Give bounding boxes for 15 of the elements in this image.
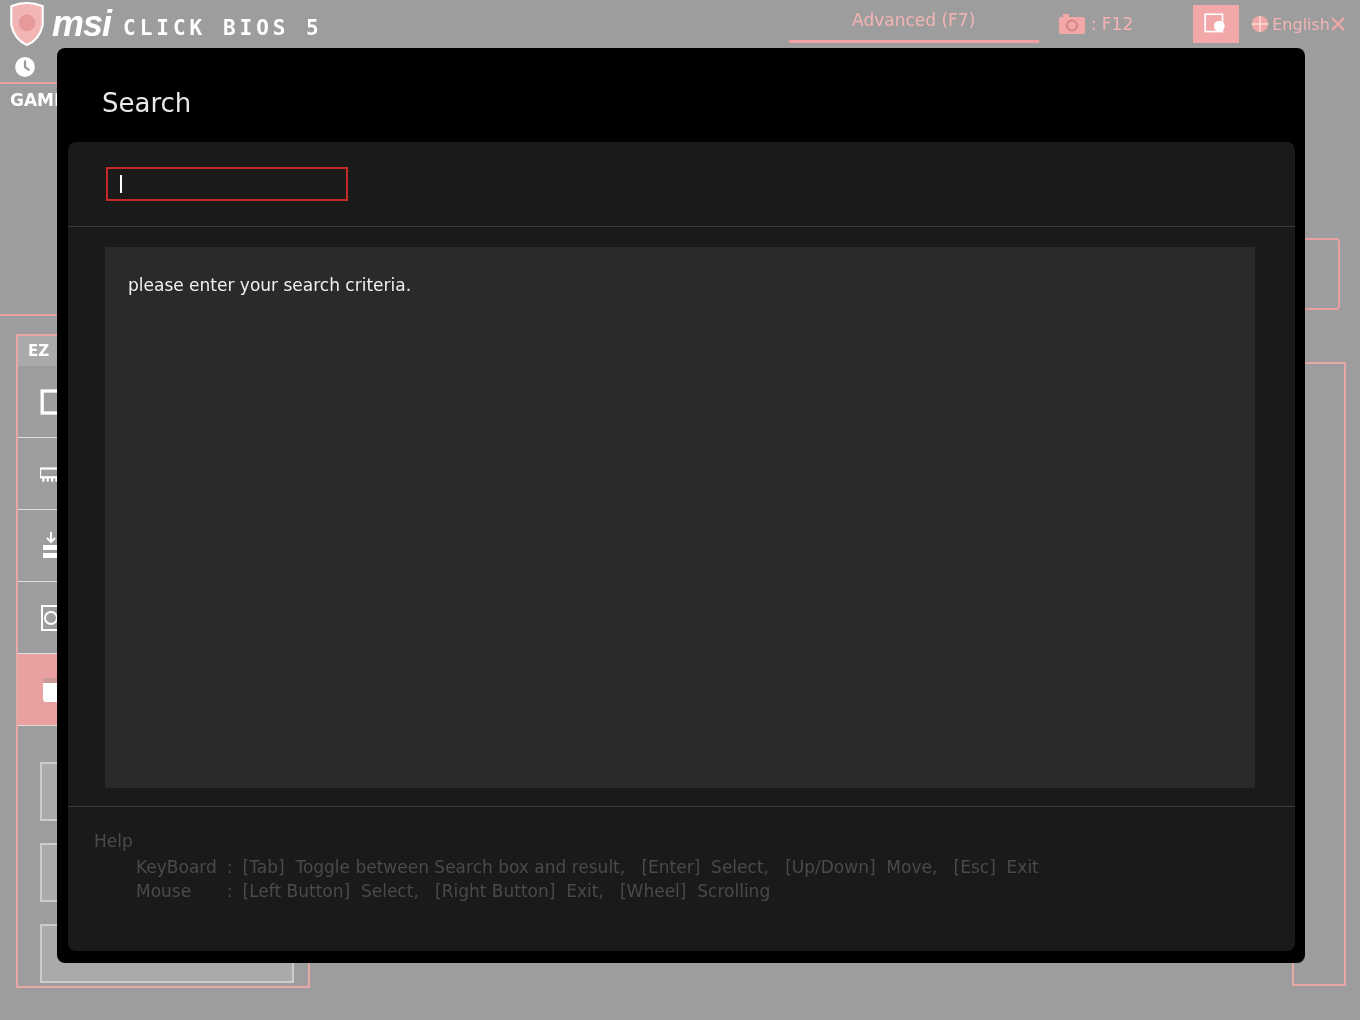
help-separator: : (226, 881, 233, 901)
search-button[interactable] (1193, 5, 1240, 43)
logo-brand: msi (52, 3, 112, 45)
camera-icon (1058, 14, 1085, 34)
shield-logo-icon (8, 2, 46, 46)
screenshot-key-label: : F12 (1090, 14, 1134, 34)
search-field[interactable] (106, 167, 348, 201)
clock-icon (14, 56, 36, 78)
results-message: please enter your search criteria. (128, 275, 413, 295)
dialog-title: Search (101, 87, 193, 120)
help-separator: : (226, 857, 233, 877)
language-selector[interactable]: English (1272, 14, 1330, 34)
globe-icon (1251, 15, 1270, 33)
advanced-mode-tab[interactable]: Advanced (F7) (788, 5, 1039, 43)
logo-product: CLICK BIOS 5 (123, 16, 323, 40)
